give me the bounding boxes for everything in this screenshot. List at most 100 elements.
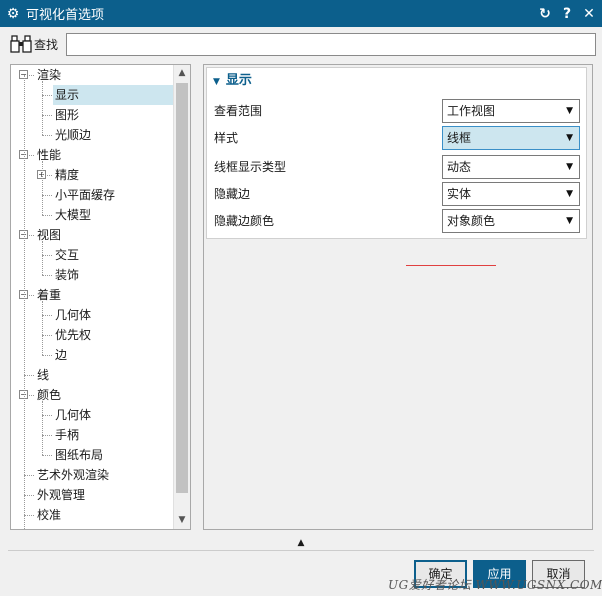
group-title: 显示 — [225, 73, 252, 88]
tree-connector — [42, 255, 52, 256]
view-range-value: 工作视图 — [447, 104, 496, 118]
tree-connector — [42, 415, 52, 416]
tree-connector — [24, 375, 34, 376]
tree-label: 几何体 — [55, 408, 92, 422]
settings-panel: ▼ 显示 查看范围 工作视图 ▼ 样式 线框 ▼ 线框显示类型 动态 ▼ 隐藏边 … — [203, 64, 593, 530]
tree-connector — [42, 355, 52, 356]
tree-item[interactable]: 边 — [53, 345, 69, 365]
tree-connector — [42, 135, 52, 136]
group-header[interactable]: ▼ 显示 — [213, 72, 252, 90]
dropdown-arrow-icon: ▼ — [566, 216, 573, 226]
tree-category[interactable]: 颜色 — [35, 385, 63, 405]
tree-label: 外观管理 — [37, 488, 86, 502]
tree-category[interactable]: 着重 — [35, 285, 63, 305]
tree-label: 手柄 — [55, 428, 80, 442]
tree-item[interactable]: 显示 — [53, 85, 173, 105]
hidden-edges-label: 隐藏边 — [214, 187, 251, 201]
tree-connector — [42, 241, 43, 275]
dropdown-arrow-icon: ▼ — [566, 106, 573, 116]
tree-connector — [42, 275, 52, 276]
tree-label: 优先权 — [55, 328, 92, 342]
tree-label: 视图 — [37, 228, 62, 242]
category-tree[interactable]: 渲染 − 显示 图形 光顺边 性能 − 精度 + 小平面缓存 大模型 视图 − 交互 装饰 着重 − 几何体 优先权… — [10, 64, 191, 530]
hidden-edges-value: 实体 — [447, 187, 472, 201]
tree-item[interactable]: 优先权 — [53, 325, 93, 345]
find-bar: 查找 — [8, 31, 596, 57]
tree-item[interactable]: 装饰 — [53, 265, 81, 285]
reset-icon[interactable]: ↻ — [536, 6, 554, 22]
dropdown-arrow-icon: ▼ — [566, 162, 573, 172]
watermark-text: UG爱好者论坛 WWW.UGSNX.COM — [388, 578, 602, 592]
tree-label: 光顺边 — [55, 128, 92, 142]
tree-item[interactable]: 交互 — [53, 245, 81, 265]
tree-connector — [42, 81, 43, 135]
scroll-thumb[interactable] — [176, 83, 188, 493]
collapse-triangle-icon[interactable]: ▼ — [213, 77, 220, 87]
annotation-underline — [406, 265, 496, 266]
tree-label: 大模型 — [55, 208, 92, 222]
tree-item[interactable]: 几何体 — [53, 405, 93, 425]
tree-label: 装饰 — [55, 268, 80, 282]
tree-category[interactable]: 视图 — [35, 225, 63, 245]
window-title: 可视化首选项 — [26, 8, 105, 23]
tree-label: 图形 — [55, 108, 80, 122]
footer-divider — [8, 550, 594, 551]
gear-icon: ⚙ — [6, 5, 20, 22]
view-range-label: 查看范围 — [214, 104, 263, 118]
tree-label: 校准 — [37, 508, 62, 522]
tree-item[interactable]: 光顺边 — [53, 125, 93, 145]
tree-content: 渲染 − 显示 图形 光顺边 性能 − 精度 + 小平面缓存 大模型 视图 − 交互 装饰 着重 − 几何体 优先权… — [11, 65, 174, 529]
tree-connector — [42, 435, 52, 436]
display-group: ▼ 显示 查看范围 工作视图 ▼ 样式 线框 ▼ 线框显示类型 动态 ▼ 隐藏边 … — [206, 67, 587, 239]
hidden-edge-color-value: 对象颜色 — [447, 214, 496, 228]
tree-label: 渲染 — [37, 68, 62, 82]
tree-category[interactable]: 渲染 — [35, 65, 63, 85]
scroll-down-icon[interactable]: ▼ — [174, 512, 190, 529]
tree-connector — [42, 301, 43, 355]
tree-connector — [42, 335, 52, 336]
tree-connector — [24, 75, 25, 529]
tree-label: 精度 — [55, 168, 80, 182]
hidden-edge-color-label: 隐藏边颜色 — [214, 214, 275, 228]
tree-category[interactable]: 线 — [35, 365, 51, 385]
style-label: 样式 — [214, 131, 239, 145]
wireframe-type-label: 线框显示类型 — [214, 160, 287, 174]
find-input[interactable] — [66, 32, 596, 56]
find-label: 查找 — [34, 37, 59, 52]
tree-item[interactable]: 小平面缓存 — [53, 185, 117, 205]
tree-item[interactable]: 图纸布局 — [53, 445, 105, 465]
tree-connector — [42, 115, 52, 116]
tree-category[interactable]: 性能 — [35, 145, 63, 165]
tree-label: 边 — [55, 348, 68, 362]
tree-connector — [24, 515, 34, 516]
hidden-edge-color-select[interactable]: 对象颜色 ▼ — [442, 209, 580, 233]
dropdown-arrow-icon: ▼ — [566, 133, 573, 143]
help-icon[interactable]: ? — [558, 6, 576, 22]
expand-up-icon[interactable]: ▲ — [293, 537, 309, 549]
tree-label: 小平面缓存 — [55, 188, 116, 202]
tree-item[interactable]: 几何体 — [53, 305, 93, 325]
style-select[interactable]: 线框 ▼ — [442, 126, 580, 150]
tree-item[interactable]: 图形 — [53, 105, 81, 125]
view-range-select[interactable]: 工作视图 ▼ — [442, 99, 580, 123]
wireframe-type-select[interactable]: 动态 ▼ — [442, 155, 580, 179]
tree-connector — [42, 161, 43, 215]
title-bar: ⚙ 可视化首选项 ↻ ? ✕ — [0, 0, 602, 27]
tree-connector — [42, 195, 52, 196]
close-icon[interactable]: ✕ — [580, 6, 598, 22]
tree-scrollbar[interactable]: ▲ ▼ — [173, 65, 190, 529]
tree-item[interactable]: 手柄 — [53, 425, 81, 445]
tree-category[interactable]: 外观管理 — [35, 485, 87, 505]
scroll-up-icon[interactable]: ▲ — [174, 65, 190, 82]
tree-category[interactable]: 艺术外观渲染 — [35, 465, 111, 485]
tree-connector — [42, 215, 52, 216]
tree-connector — [24, 495, 34, 496]
tree-label: 显示 — [55, 88, 80, 102]
hidden-edges-select[interactable]: 实体 ▼ — [442, 182, 580, 206]
tree-item[interactable]: 精度 — [53, 165, 81, 185]
tree-item[interactable]: 大模型 — [53, 205, 93, 225]
tree-category[interactable]: 校准 — [35, 505, 63, 525]
tree-connector — [24, 475, 34, 476]
tree-label: 着重 — [37, 288, 62, 302]
tree-label: 图纸布局 — [55, 448, 104, 462]
